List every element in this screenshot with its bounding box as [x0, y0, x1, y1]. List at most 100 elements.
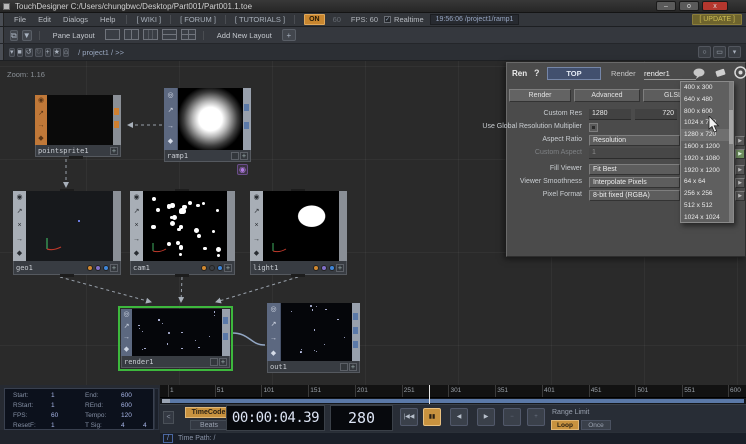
- flag-lock-icon[interactable]: ◆: [17, 250, 22, 258]
- node-geo1[interactable]: ◉↗×→◆ geo1 +: [13, 191, 121, 275]
- pane-grip[interactable]: [0, 13, 4, 26]
- layout-preset-4[interactable]: [162, 29, 177, 40]
- param-menu-aspect-ratio[interactable]: Resolution: [589, 135, 680, 146]
- node-flags[interactable]: ◎↗→◆: [164, 88, 178, 150]
- display-flag-dot[interactable]: [321, 265, 327, 271]
- breadcrumb[interactable]: / project1 / >>: [78, 48, 124, 57]
- jump-start-button[interactable]: |◀◀: [400, 408, 418, 426]
- res-option-64x64[interactable]: 64 x 64: [681, 176, 733, 188]
- setting-value-tsig-2[interactable]: 4: [143, 422, 147, 429]
- timecode-mode-button[interactable]: TimeCode: [185, 407, 232, 418]
- minimize-button[interactable]: –: [656, 1, 676, 11]
- flag-edit-icon[interactable]: ↗: [134, 208, 140, 216]
- node-expand-button[interactable]: +: [349, 363, 357, 371]
- loop-button[interactable]: Loop: [551, 420, 579, 430]
- update-button[interactable]: [ UPDATE ]: [692, 14, 742, 25]
- setting-value-tempo[interactable]: 120: [121, 412, 132, 419]
- home-icon[interactable]: ⌂: [63, 48, 69, 57]
- tutorials-link[interactable]: [ TUTORIALS ]: [235, 15, 285, 24]
- connector-nub[interactable]: [244, 104, 249, 111]
- timeline-scroll-strip[interactable]: [154, 388, 159, 430]
- setting-value-fps[interactable]: 60: [51, 412, 58, 419]
- node-render1[interactable]: ◎↗→◆ render1 +: [121, 309, 230, 368]
- connector-nub[interactable]: [223, 333, 228, 340]
- output-connectors[interactable]: [352, 303, 360, 361]
- flag-edit-icon[interactable]: ↗: [254, 208, 260, 216]
- add-layout-button[interactable]: +: [282, 29, 296, 41]
- wiki-link[interactable]: [ WIKI ]: [136, 15, 161, 24]
- op-name-field[interactable]: render1: [644, 69, 696, 80]
- pointsprite1-viewer[interactable]: [47, 95, 113, 145]
- display-icon[interactable]: ▭: [713, 46, 726, 58]
- menu-edit[interactable]: Edit: [38, 15, 51, 24]
- node-cam1[interactable]: ◉↗×→◆ cam1 +: [130, 191, 235, 275]
- flag-display-icon[interactable]: ◎: [123, 311, 129, 319]
- res-option-1024x768[interactable]: 1024 x 768: [681, 117, 733, 129]
- flag-delete-icon[interactable]: ×: [134, 222, 138, 230]
- play-forward-button[interactable]: ▶: [477, 408, 495, 426]
- flag-display-icon[interactable]: ◉: [253, 194, 259, 202]
- node-light1[interactable]: ◉↗×→◆ light1 +: [250, 191, 347, 275]
- connector-nub[interactable]: [223, 317, 228, 324]
- node-flags[interactable]: ◉↗×→◆: [130, 191, 143, 261]
- range-bar-fill[interactable]: [162, 399, 744, 403]
- pane-type-menu-icon[interactable]: ▾: [9, 48, 15, 57]
- setting-value-resetf[interactable]: 1: [51, 422, 55, 429]
- flag-lock-icon[interactable]: ◆: [124, 346, 129, 354]
- fps-target[interactable]: FPS: 60: [351, 15, 378, 24]
- output-connectors[interactable]: [113, 95, 121, 145]
- param-menu-arrow-custom-aspect[interactable]: ▶: [735, 149, 745, 159]
- render-flag-dot[interactable]: [201, 265, 207, 271]
- output-connectors[interactable]: [227, 191, 235, 261]
- flag-dot-off[interactable]: [209, 265, 215, 271]
- pane-grip[interactable]: [0, 44, 4, 60]
- res-option-256x256[interactable]: 256 x 256: [681, 188, 733, 200]
- param-field-custom-res-h[interactable]: 720: [635, 109, 677, 120]
- layout-preset-1[interactable]: [105, 29, 120, 40]
- flag-bypass-icon[interactable]: →: [123, 334, 130, 342]
- range-minus-button[interactable]: −: [503, 408, 521, 426]
- node-flag-box[interactable]: [340, 363, 348, 371]
- flag-display-icon[interactable]: ◎: [270, 306, 276, 314]
- range-bar-handle[interactable]: [162, 399, 170, 403]
- time-path-icon[interactable]: /: [163, 434, 173, 443]
- node-expand-button[interactable]: +: [219, 358, 227, 366]
- setting-value-start[interactable]: 1: [51, 392, 55, 399]
- connector-tab[interactable]: [291, 274, 305, 277]
- setting-value-rend[interactable]: 600: [121, 402, 132, 409]
- res-option-800x600[interactable]: 800 x 600: [681, 106, 733, 118]
- output-connectors[interactable]: [339, 191, 347, 261]
- menu-file[interactable]: File: [14, 15, 26, 24]
- param-field-custom-res-w[interactable]: 1280: [589, 109, 631, 120]
- flag-bypass-icon[interactable]: →: [38, 122, 45, 130]
- pause-button[interactable]: ▮▮: [423, 408, 441, 426]
- connector-tab[interactable]: [60, 274, 74, 277]
- node-flags[interactable]: ◉↗×→◆: [250, 191, 263, 261]
- node-expand-button[interactable]: +: [224, 264, 232, 272]
- node-flags[interactable]: ◉↗×→◆: [13, 191, 26, 261]
- setting-value-rstart[interactable]: 1: [51, 402, 55, 409]
- render-flag-dot[interactable]: [313, 265, 319, 271]
- flag-edit-icon[interactable]: ↗: [17, 208, 23, 216]
- flag-bypass-icon[interactable]: →: [133, 236, 140, 244]
- geo1-viewer[interactable]: [26, 191, 113, 261]
- maximize-button[interactable]: o: [679, 1, 699, 11]
- connector-tab[interactable]: [175, 274, 189, 277]
- target-icon[interactable]: [734, 66, 746, 79]
- flag-edit-icon[interactable]: ↗: [168, 107, 174, 115]
- close-button[interactable]: x: [702, 1, 728, 11]
- setting-value-tsig[interactable]: 4: [121, 422, 125, 429]
- comment-bubble-icon[interactable]: [693, 68, 706, 79]
- flag-delete-icon[interactable]: ×: [254, 222, 258, 230]
- layout-preset-5[interactable]: [181, 29, 196, 40]
- pane-grip[interactable]: [0, 27, 4, 43]
- flag-lock-icon[interactable]: ◆: [271, 350, 276, 358]
- res-option-1024x1024[interactable]: 1024 x 1024: [681, 212, 733, 224]
- pickable-flag-dot[interactable]: [329, 265, 335, 271]
- setting-value-end[interactable]: 600: [121, 392, 132, 399]
- output-connectors[interactable]: [113, 191, 121, 261]
- res-option-512x512[interactable]: 512 x 512: [681, 200, 733, 212]
- connector-tab[interactable]: [69, 156, 83, 159]
- play-reverse-button[interactable]: ◀: [450, 408, 468, 426]
- stop-icon[interactable]: ■: [17, 48, 23, 57]
